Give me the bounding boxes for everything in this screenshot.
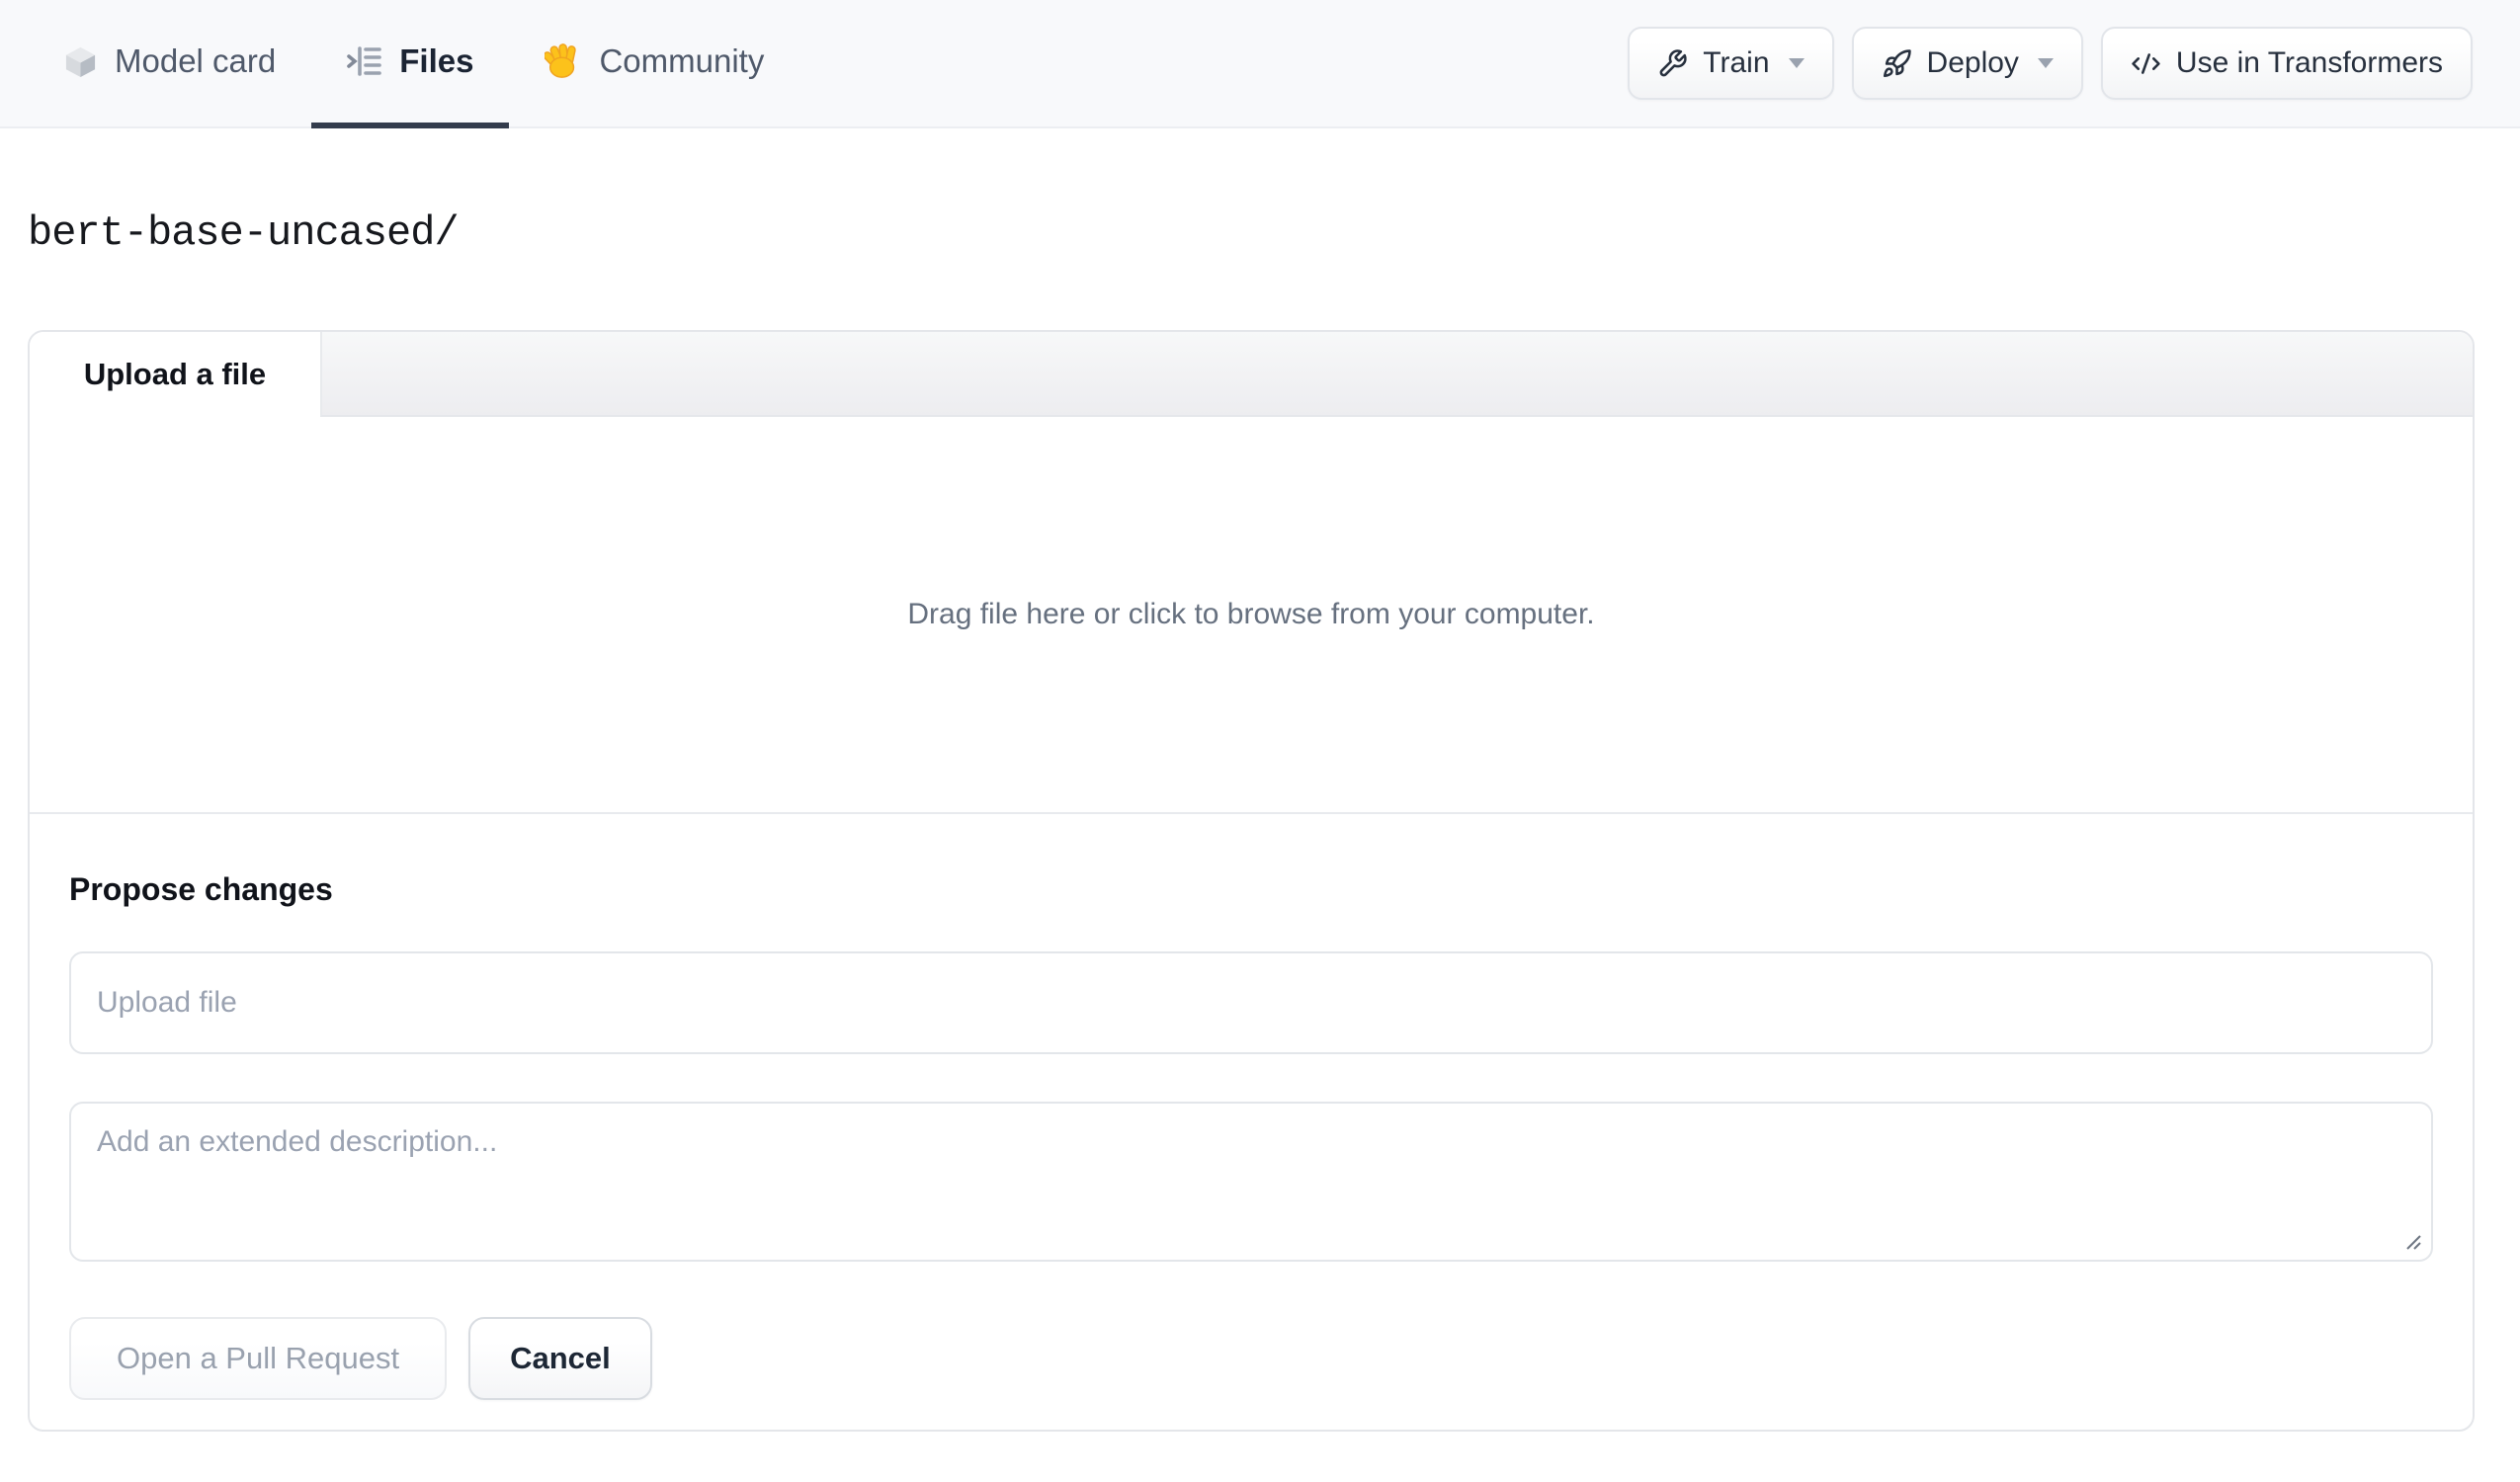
propose-actions-row: Open a Pull Request Cancel xyxy=(69,1317,2433,1400)
extended-description-textarea[interactable] xyxy=(69,1102,2433,1262)
use-in-transformers-label: Use in Transformers xyxy=(2175,46,2443,79)
description-field-wrap xyxy=(69,1102,2433,1262)
upload-file-input[interactable] xyxy=(69,951,2433,1054)
tab-upload-a-file-label: Upload a file xyxy=(83,357,267,391)
tab-upload-a-file[interactable]: Upload a file xyxy=(30,332,320,417)
tab-model-card-label: Model card xyxy=(115,42,277,79)
repo-navbar: Model card Files Community Train Deploy … xyxy=(0,0,2520,128)
tab-model-card[interactable]: Model card xyxy=(28,0,311,128)
open-pull-request-button[interactable]: Open a Pull Request xyxy=(69,1317,448,1400)
rocket-icon xyxy=(1882,48,1912,79)
resize-grip-icon[interactable] xyxy=(2403,1232,2423,1252)
upload-tab-strip: Upload a file xyxy=(30,332,2473,417)
propose-changes-heading: Propose changes xyxy=(69,871,333,907)
upload-card: Upload a file Drag file here or click to… xyxy=(28,330,2475,1432)
tab-strip-filler xyxy=(320,332,2473,417)
tab-community-label: Community xyxy=(599,42,765,79)
use-in-transformers-button[interactable]: Use in Transformers xyxy=(2100,27,2473,100)
tab-community[interactable]: Community xyxy=(509,0,799,128)
file-dropzone[interactable]: Drag file here or click to browse from y… xyxy=(30,417,2473,812)
caret-down-icon xyxy=(2037,58,2054,68)
tab-files-label: Files xyxy=(399,42,474,79)
repo-tabs: Model card Files Community xyxy=(28,0,799,128)
propose-changes-section: Propose changes Open a Pull Request Canc… xyxy=(30,812,2473,1430)
tab-files[interactable]: Files xyxy=(311,0,510,128)
code-icon xyxy=(2131,48,2161,79)
caret-down-icon xyxy=(1788,58,1805,68)
train-button[interactable]: Train xyxy=(1628,27,1834,100)
deploy-button[interactable]: Deploy xyxy=(1851,27,2083,100)
cancel-button[interactable]: Cancel xyxy=(468,1317,652,1400)
repo-path: bert-base-uncased/ xyxy=(28,209,460,257)
repo-action-buttons: Train Deploy Use in Transformers xyxy=(1628,0,2473,126)
cube-icon xyxy=(63,44,98,79)
dropzone-hint-text: Drag file here or click to browse from y… xyxy=(907,598,1595,630)
wrench-icon xyxy=(1657,48,1688,79)
train-button-label: Train xyxy=(1703,46,1770,79)
deploy-button-label: Deploy xyxy=(1926,46,2019,79)
waving-hand-icon xyxy=(545,42,582,80)
main-content: bert-base-uncased/ Upload a file Drag fi… xyxy=(0,209,2520,1432)
file-versions-icon xyxy=(347,44,382,78)
